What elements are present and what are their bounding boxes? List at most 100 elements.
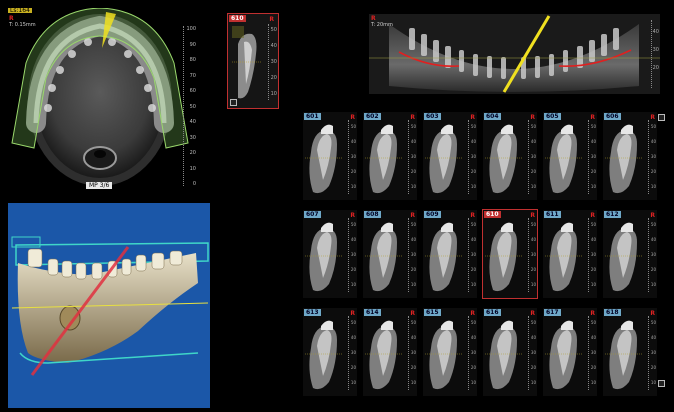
ruler-tick: 50 bbox=[530, 124, 536, 129]
orientation-marker: R bbox=[470, 114, 475, 121]
ruler-tick: 50 bbox=[189, 103, 196, 110]
ruler-tick: 30 bbox=[410, 252, 416, 257]
ruler-tick: 40 bbox=[270, 43, 277, 49]
orientation-marker: R bbox=[410, 310, 415, 317]
ruler-tick: 50 bbox=[410, 222, 416, 227]
ruler-tick: 30 bbox=[650, 252, 656, 257]
cross-section-611[interactable]: 611 R 50 40 30 20 10 bbox=[543, 210, 597, 298]
orientation-marker: R bbox=[530, 212, 535, 219]
ruler-tick: 50 bbox=[650, 222, 656, 227]
ruler-tick: 40 bbox=[590, 237, 596, 242]
ruler-tick: 10 bbox=[650, 380, 656, 385]
cross-section-609[interactable]: 609 R 50 40 30 20 10 bbox=[423, 210, 477, 298]
ruler-tick: 40 bbox=[410, 139, 416, 144]
ruler-tick: 30 bbox=[590, 252, 596, 257]
corner-square-icon[interactable] bbox=[230, 99, 237, 106]
ruler-tick: 10 bbox=[470, 380, 476, 385]
ruler-tick: 20 bbox=[470, 365, 476, 370]
ruler-tick: 20 bbox=[270, 75, 277, 81]
grid-scroll-up-icon[interactable] bbox=[658, 114, 665, 121]
ruler-tick: 40 bbox=[350, 237, 356, 242]
cross-section-601[interactable]: 601 R 50 40 30 20 10 bbox=[303, 112, 357, 200]
ruler-tick: 20 bbox=[470, 169, 476, 174]
ruler-tick: 40 bbox=[410, 335, 416, 340]
cross-section-608[interactable]: 608 R 50 40 30 20 10 bbox=[363, 210, 417, 298]
ruler-tick: 30 bbox=[189, 134, 196, 141]
ruler-tick: 80 bbox=[189, 57, 196, 63]
cross-section-604[interactable]: 604 R 50 40 30 20 10 bbox=[483, 112, 537, 200]
orientation-marker: R bbox=[470, 212, 475, 219]
ruler-tick: 50 bbox=[350, 222, 356, 227]
ruler-tick: 30 bbox=[350, 154, 356, 159]
ruler-tick: 20 bbox=[530, 365, 536, 370]
orientation-marker: R bbox=[9, 15, 14, 22]
view-number: 610 bbox=[229, 15, 246, 22]
axial-ruler: 100 90 80 70 60 50 40 30 20 10 0 bbox=[183, 26, 198, 187]
slice-thickness: T: 0.15mm bbox=[9, 22, 36, 28]
cross-section-number: 606 bbox=[604, 113, 621, 120]
ruler-tick: 20 bbox=[650, 267, 656, 272]
ruler-tick: 10 bbox=[530, 380, 536, 385]
cross-section-602[interactable]: 602 R 50 40 30 20 10 bbox=[363, 112, 417, 200]
cross-section-616[interactable]: 616 R 50 40 30 20 10 bbox=[483, 308, 537, 396]
cross-section-610[interactable]: 610 R 50 40 30 20 10 bbox=[482, 209, 538, 299]
ruler-tick: 50 bbox=[270, 27, 277, 33]
ruler-tick: 100 bbox=[186, 26, 196, 32]
ruler-tick: 20 bbox=[530, 169, 536, 174]
orientation-marker: R bbox=[650, 212, 655, 219]
ruler-tick: 10 bbox=[270, 91, 277, 97]
axial-view[interactable]: Ls:164 R T: 0.15mm MP 3/6 100 90 80 70 60 50 4… bbox=[8, 8, 198, 192]
ruler-tick: 20 bbox=[530, 267, 536, 272]
cross-section-number: 618 bbox=[604, 309, 621, 316]
ruler-tick: 20 bbox=[350, 169, 356, 174]
ruler-tick: 50 bbox=[410, 320, 416, 325]
render3d-view[interactable] bbox=[8, 203, 210, 408]
cross-section-ruler bbox=[528, 120, 530, 194]
cross-section-number: 610 bbox=[484, 211, 501, 218]
ruler-tick: 20 bbox=[410, 365, 416, 370]
cross-section-ruler bbox=[588, 120, 590, 194]
mp-label[interactable]: MP 3/6 bbox=[86, 182, 113, 189]
cross-section-605[interactable]: 605 R 50 40 30 20 10 bbox=[543, 112, 597, 200]
sagittal-view[interactable]: 610 R 50 40 30 20 10 bbox=[227, 13, 279, 109]
cross-section-ruler bbox=[588, 316, 590, 390]
ruler-tick: 20 bbox=[470, 267, 476, 272]
ruler-tick: 30 bbox=[270, 59, 277, 65]
panoramic-image[interactable] bbox=[369, 14, 660, 94]
panoramic-view[interactable]: R T: 20mm 40 30 20 bbox=[369, 14, 660, 94]
ruler-tick: 30 bbox=[470, 154, 476, 159]
ruler-tick: 30 bbox=[652, 47, 659, 53]
ruler-tick: 40 bbox=[590, 335, 596, 340]
ruler-tick: 10 bbox=[189, 165, 196, 172]
cross-section-number: 613 bbox=[304, 309, 321, 316]
ruler-tick: 30 bbox=[350, 252, 356, 257]
cross-section-ruler bbox=[348, 120, 350, 194]
cross-section-618[interactable]: 618 R 50 40 30 20 10 bbox=[603, 308, 657, 396]
orientation-marker: R bbox=[650, 114, 655, 121]
cross-section-613[interactable]: 613 R 50 40 30 20 10 bbox=[303, 308, 357, 396]
ruler-tick: 50 bbox=[350, 124, 356, 129]
ruler-tick: 10 bbox=[470, 282, 476, 287]
grid-scroll-down-icon[interactable] bbox=[658, 380, 665, 387]
ruler-tick: 40 bbox=[650, 139, 656, 144]
ruler-tick: 10 bbox=[350, 184, 356, 189]
cross-section-ruler bbox=[648, 218, 650, 292]
ruler-tick: 50 bbox=[590, 320, 596, 325]
axial-image[interactable] bbox=[8, 8, 198, 192]
ruler-tick: 50 bbox=[410, 124, 416, 129]
cross-section-grid: 601 R 50 40 30 20 10 602 R 50 40 30 20 10 603 R 50 40 30 20… bbox=[303, 112, 665, 397]
cross-section-615[interactable]: 615 R 50 40 30 20 10 bbox=[423, 308, 477, 396]
cross-section-number: 616 bbox=[484, 309, 501, 316]
ruler-tick: 60 bbox=[189, 88, 196, 94]
cross-section-612[interactable]: 612 R 50 40 30 20 10 bbox=[603, 210, 657, 298]
ruler-tick: 30 bbox=[590, 350, 596, 355]
cross-section-603[interactable]: 603 R 50 40 30 20 10 bbox=[423, 112, 477, 200]
cross-section-614[interactable]: 614 R 50 40 30 20 10 bbox=[363, 308, 417, 396]
orientation-marker: R bbox=[350, 114, 355, 121]
cross-section-617[interactable]: 617 R 50 40 30 20 10 bbox=[543, 308, 597, 396]
ruler-tick: 30 bbox=[470, 350, 476, 355]
cross-section-607[interactable]: 607 R 50 40 30 20 10 bbox=[303, 210, 357, 298]
cross-section-606[interactable]: 606 R 50 40 30 20 10 bbox=[603, 112, 657, 200]
render3d-image[interactable] bbox=[8, 203, 210, 408]
cross-section-number: 611 bbox=[544, 211, 561, 218]
